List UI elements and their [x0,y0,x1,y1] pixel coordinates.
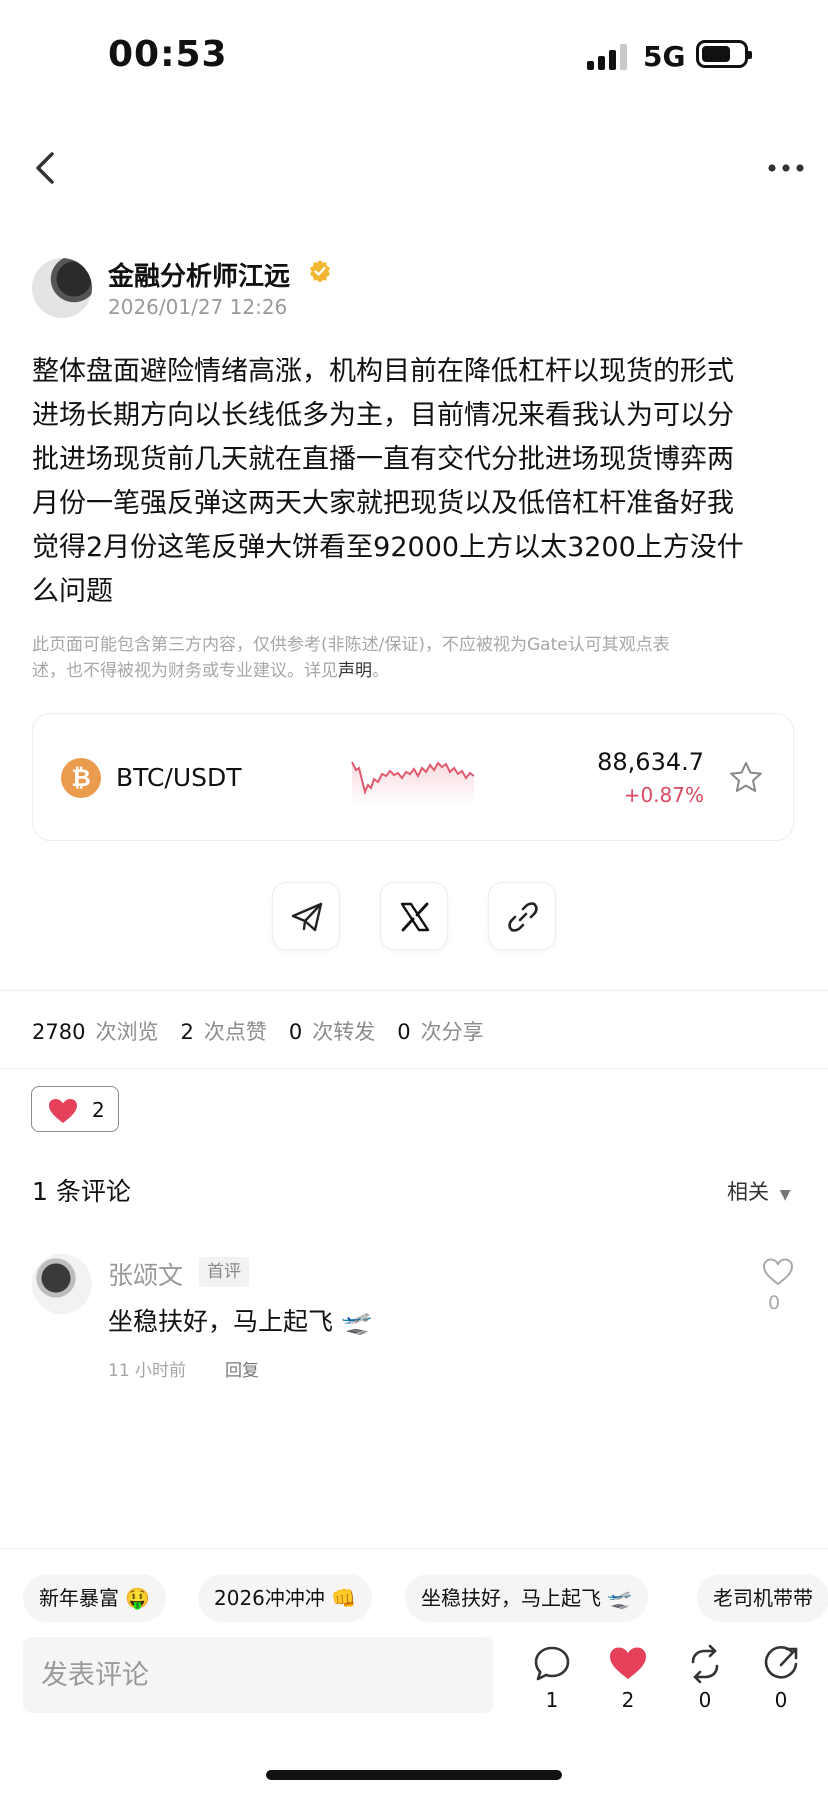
views-count: 2780 [32,1020,86,1044]
disclaimer-end: 。 [372,661,389,681]
reply-button[interactable]: 回复 [225,1356,259,1381]
author-avatar[interactable] [32,258,92,318]
link-icon [508,902,538,932]
sort-label: 相关 [727,1180,769,1204]
share-telegram-button[interactable] [272,882,340,950]
star-icon[interactable] [728,760,764,796]
share-x-button[interactable] [380,882,448,950]
comment-count: 1 [545,1688,559,1712]
heart-icon [49,1099,77,1123]
sort-dropdown[interactable]: 相关 ▼ [727,1176,790,1206]
first-comment-badge: 首评 [199,1257,249,1287]
share-count: 0 [774,1688,788,1712]
more-icon[interactable] [766,156,806,180]
comment-icon[interactable] [532,1644,572,1684]
price-sparkline [351,761,475,806]
signal-icon [587,44,629,70]
comment-time: 11 小时前 [108,1361,187,1381]
repost-icon[interactable] [685,1644,725,1684]
heart-filled-icon[interactable] [608,1644,648,1684]
commenter-name[interactable]: 张颂文 [108,1256,183,1292]
comment-like-count: 0 [768,1292,781,1314]
divider [0,1548,828,1549]
like-chip-count: 2 [92,1098,105,1122]
comment-input[interactable] [23,1637,493,1713]
chevron-down-icon: ▼ [779,1187,791,1203]
shares-count: 0 [397,1020,411,1044]
verified-badge-icon [310,260,330,283]
share-link-button[interactable] [488,882,556,950]
like-count: 2 [621,1688,635,1712]
quick-reply-chip[interactable]: 新年暴富 🤑 [23,1574,167,1622]
telegram-icon [291,902,323,932]
back-icon[interactable] [30,150,60,186]
disclaimer: 此页面可能包含第三方内容，仅供参考(非陈述/保证)，不应被视为Gate认可其观点… [32,632,802,684]
status-time: 00:53 [108,34,228,75]
quick-reply-chip[interactable]: 老司机带带 [697,1574,828,1622]
divider [0,990,828,991]
like-reaction-button[interactable]: 2 [31,1086,119,1132]
post-body: 整体盘面避险情绪高涨，机构目前在降低杠杆以现货的形式 进场长期方向以长线低多为主… [32,356,744,607]
home-indicator [266,1770,562,1780]
bitcoin-icon: ₿ [61,758,101,798]
reposts-label: 次转发 [312,1020,376,1044]
quick-reply-chip[interactable]: 坐稳扶好，马上起飞 🛫 [405,1574,649,1622]
views-label: 次浏览 [95,1020,159,1044]
likes-label: 次点赞 [203,1020,267,1044]
share-icon[interactable] [761,1644,801,1684]
post-stats: 2780 次浏览 2 次点赞 0 次转发 0 次分享 [32,1016,506,1046]
comment-text: 坐稳扶好，马上起飞 🛫 [108,1307,373,1336]
likes-count: 2 [180,1020,194,1044]
shares-label: 次分享 [420,1020,484,1044]
ticker-pair: BTC/USDT [116,763,242,792]
x-icon [400,902,430,932]
ticker-price: 88,634.7 [597,748,704,776]
commenter-avatar[interactable] [32,1254,92,1314]
heart-outline-icon[interactable] [762,1257,794,1287]
battery-icon [696,40,752,68]
network-type: 5G [643,40,686,73]
quick-reply-chip[interactable]: 2026冲冲冲 👊 [198,1574,373,1622]
author-name[interactable]: 金融分析师江远 [108,256,290,293]
disclaimer-link[interactable]: 声明 [338,661,372,681]
ticker-change: +0.87% [623,783,704,807]
post-timestamp: 2026/01/27 12:26 [108,295,288,319]
divider [0,1068,828,1069]
reposts-count: 0 [288,1020,303,1044]
comments-title: 1 条评论 [32,1177,131,1206]
repost-count: 0 [698,1688,712,1712]
